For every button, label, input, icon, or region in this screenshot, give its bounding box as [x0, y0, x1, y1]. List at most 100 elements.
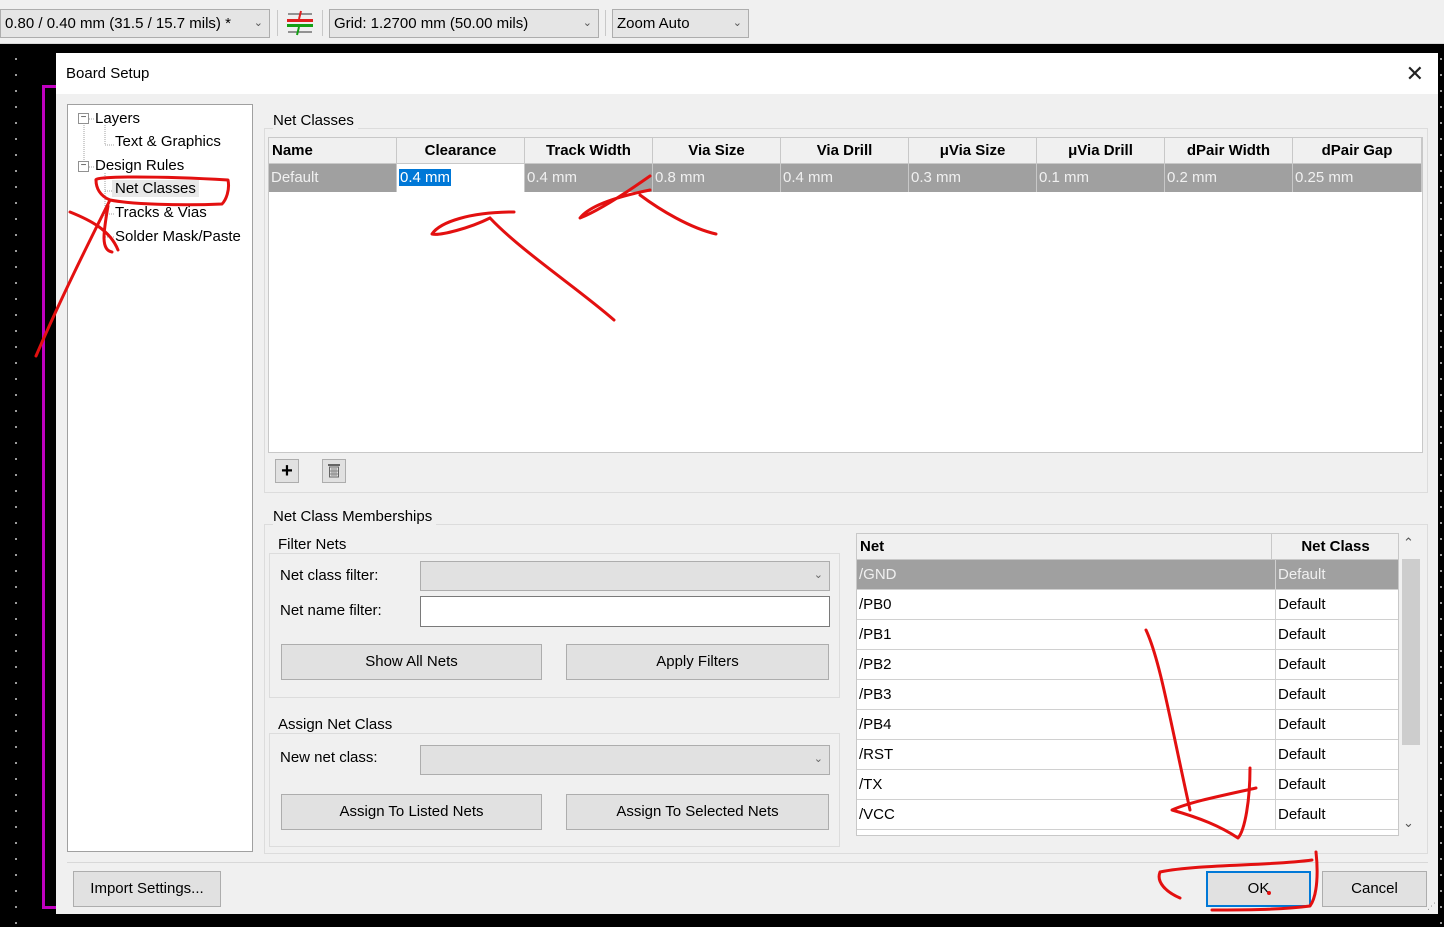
net-name-filter-label: Net name filter:: [280, 602, 382, 619]
column-header[interactable]: dPair Width: [1165, 138, 1293, 164]
grid-dot: [1440, 810, 1442, 812]
net-class-filter-label: Net class filter:: [280, 567, 379, 584]
chevron-down-icon: ⌄: [732, 17, 742, 29]
grid-select[interactable]: Grid: 1.2700 mm (50.00 mils) ⌄: [329, 9, 599, 38]
column-header[interactable]: Track Width: [525, 138, 653, 164]
net-class-filter-select[interactable]: ⌄: [420, 561, 830, 591]
top-toolbar: 0.80 / 0.40 mm (31.5 / 15.7 mils) * ⌄ Gr…: [0, 0, 1444, 44]
apply-filters-button[interactable]: Apply Filters: [566, 644, 829, 680]
zoom-select[interactable]: Zoom Auto ⌄: [612, 9, 749, 38]
column-header[interactable]: dPair Gap: [1293, 138, 1422, 164]
resize-grip-icon[interactable]: ⋰: [1427, 901, 1436, 912]
net-class-name-cell[interactable]: Default: [269, 164, 397, 192]
grid-dot: [15, 74, 17, 76]
net-name-filter-input[interactable]: [420, 596, 830, 627]
show-all-nets-button[interactable]: Show All Nets: [281, 644, 542, 680]
net-class-value-cell[interactable]: 0.1 mm: [1037, 164, 1165, 192]
net-name: /TX: [859, 776, 883, 793]
grid-dot: [1440, 250, 1442, 252]
column-header[interactable]: Clearance: [397, 138, 525, 164]
net-row[interactable]: /PB4 Default: [857, 710, 1398, 740]
collapse-icon[interactable]: −: [78, 113, 89, 124]
net-class-value-cell[interactable]: 0.3 mm: [909, 164, 1037, 192]
net-class-value: Default: [1275, 590, 1398, 619]
differential-pair-icon[interactable]: [285, 9, 315, 37]
scroll-down-icon[interactable]: ⌄: [1403, 815, 1414, 831]
grid-dot: [15, 602, 17, 604]
grid-dot: [15, 698, 17, 700]
net-class-value-cell[interactable]: 0.2 mm: [1165, 164, 1293, 192]
trash-icon: [328, 464, 340, 478]
net-row[interactable]: /PB2 Default: [857, 650, 1398, 680]
grid-dot: [1440, 394, 1442, 396]
net-row[interactable]: /TX Default: [857, 770, 1398, 800]
net-class-value-cell[interactable]: 0.8 mm: [653, 164, 781, 192]
cancel-button[interactable]: Cancel: [1322, 871, 1427, 907]
tree-item-layers[interactable]: Layers: [95, 110, 140, 127]
assign-net-class-label: Assign Net Class: [278, 716, 397, 733]
scroll-thumb[interactable]: [1402, 559, 1420, 745]
net-class-value-cell[interactable]: 0.4 mm: [781, 164, 909, 192]
net-class-value-cell[interactable]: 0.4 mm: [525, 164, 653, 192]
new-net-class-select[interactable]: ⌄: [420, 745, 830, 775]
grid-dot: [1440, 186, 1442, 188]
tree-item-net-classes[interactable]: Net Classes: [112, 180, 199, 197]
column-header[interactable]: μVia Drill: [1037, 138, 1165, 164]
nets-column-header-net[interactable]: Net: [857, 534, 1272, 560]
grid-dot: [15, 410, 17, 412]
grid-dot: [15, 906, 17, 908]
grid-dot: [15, 426, 17, 428]
nets-column-header-net-class[interactable]: Net Class: [1272, 534, 1398, 560]
net-name: /PB4: [859, 716, 892, 733]
chevron-down-icon: ⌄: [813, 569, 823, 581]
net-row[interactable]: /RST Default: [857, 740, 1398, 770]
net-row[interactable]: /GND Default: [857, 560, 1398, 590]
net-class-value: Default: [1275, 770, 1398, 799]
grid-dot: [1440, 106, 1442, 108]
grid-dot: [1440, 458, 1442, 460]
grid-dot: [15, 154, 17, 156]
assign-to-listed-nets-button[interactable]: Assign To Listed Nets: [281, 794, 542, 830]
grid-dot: [1440, 330, 1442, 332]
tree-item-design-rules[interactable]: Design Rules: [95, 157, 184, 174]
import-settings-button[interactable]: Import Settings...: [73, 871, 221, 907]
assign-to-selected-nets-button[interactable]: Assign To Selected Nets: [566, 794, 829, 830]
grid-dot: [1440, 506, 1442, 508]
net-row[interactable]: /PB1 Default: [857, 620, 1398, 650]
net-row[interactable]: /PB0 Default: [857, 590, 1398, 620]
net-row[interactable]: /PB3 Default: [857, 680, 1398, 710]
column-header[interactable]: μVia Size: [909, 138, 1037, 164]
add-net-class-button[interactable]: +: [275, 459, 299, 483]
grid-dot: [1440, 634, 1442, 636]
grid-dot: [1440, 362, 1442, 364]
column-header[interactable]: Name: [269, 138, 397, 164]
grid-dot: [1440, 554, 1442, 556]
tree-item-tracks-vias[interactable]: Tracks & Vias: [115, 204, 207, 221]
grid-dot: [15, 666, 17, 668]
net-class-value-cell[interactable]: 0.4 mm: [397, 164, 525, 192]
grid-dot: [15, 730, 17, 732]
grid-dot: [15, 490, 17, 492]
grid-dot: [1440, 778, 1442, 780]
grid-dot: [1440, 490, 1442, 492]
grid-dot: [15, 778, 17, 780]
column-header[interactable]: Via Size: [653, 138, 781, 164]
grid-dot: [1440, 538, 1442, 540]
net-name: /VCC: [859, 806, 895, 823]
net-class-value: Default: [1275, 800, 1398, 829]
close-icon[interactable]: ✕: [1406, 61, 1424, 87]
track-width-select[interactable]: 0.80 / 0.40 mm (31.5 / 15.7 mils) * ⌄: [0, 9, 270, 38]
column-header[interactable]: Via Drill: [781, 138, 909, 164]
grid-dot: [15, 714, 17, 716]
nets-scrollbar[interactable]: ⌃ ⌄: [1400, 533, 1420, 836]
ok-button[interactable]: OK: [1206, 871, 1311, 907]
tree-item-solder-mask-paste[interactable]: Solder Mask/Paste: [115, 228, 241, 245]
tree-item-text-graphics[interactable]: Text & Graphics: [115, 133, 221, 150]
delete-net-class-button[interactable]: [322, 459, 346, 483]
grid-dot: [1440, 682, 1442, 684]
collapse-icon[interactable]: −: [78, 161, 89, 172]
grid-dot: [1440, 874, 1442, 876]
scroll-up-icon[interactable]: ⌃: [1403, 535, 1414, 551]
net-row[interactable]: /VCC Default: [857, 800, 1398, 830]
net-class-value-cell[interactable]: 0.25 mm: [1293, 164, 1422, 192]
